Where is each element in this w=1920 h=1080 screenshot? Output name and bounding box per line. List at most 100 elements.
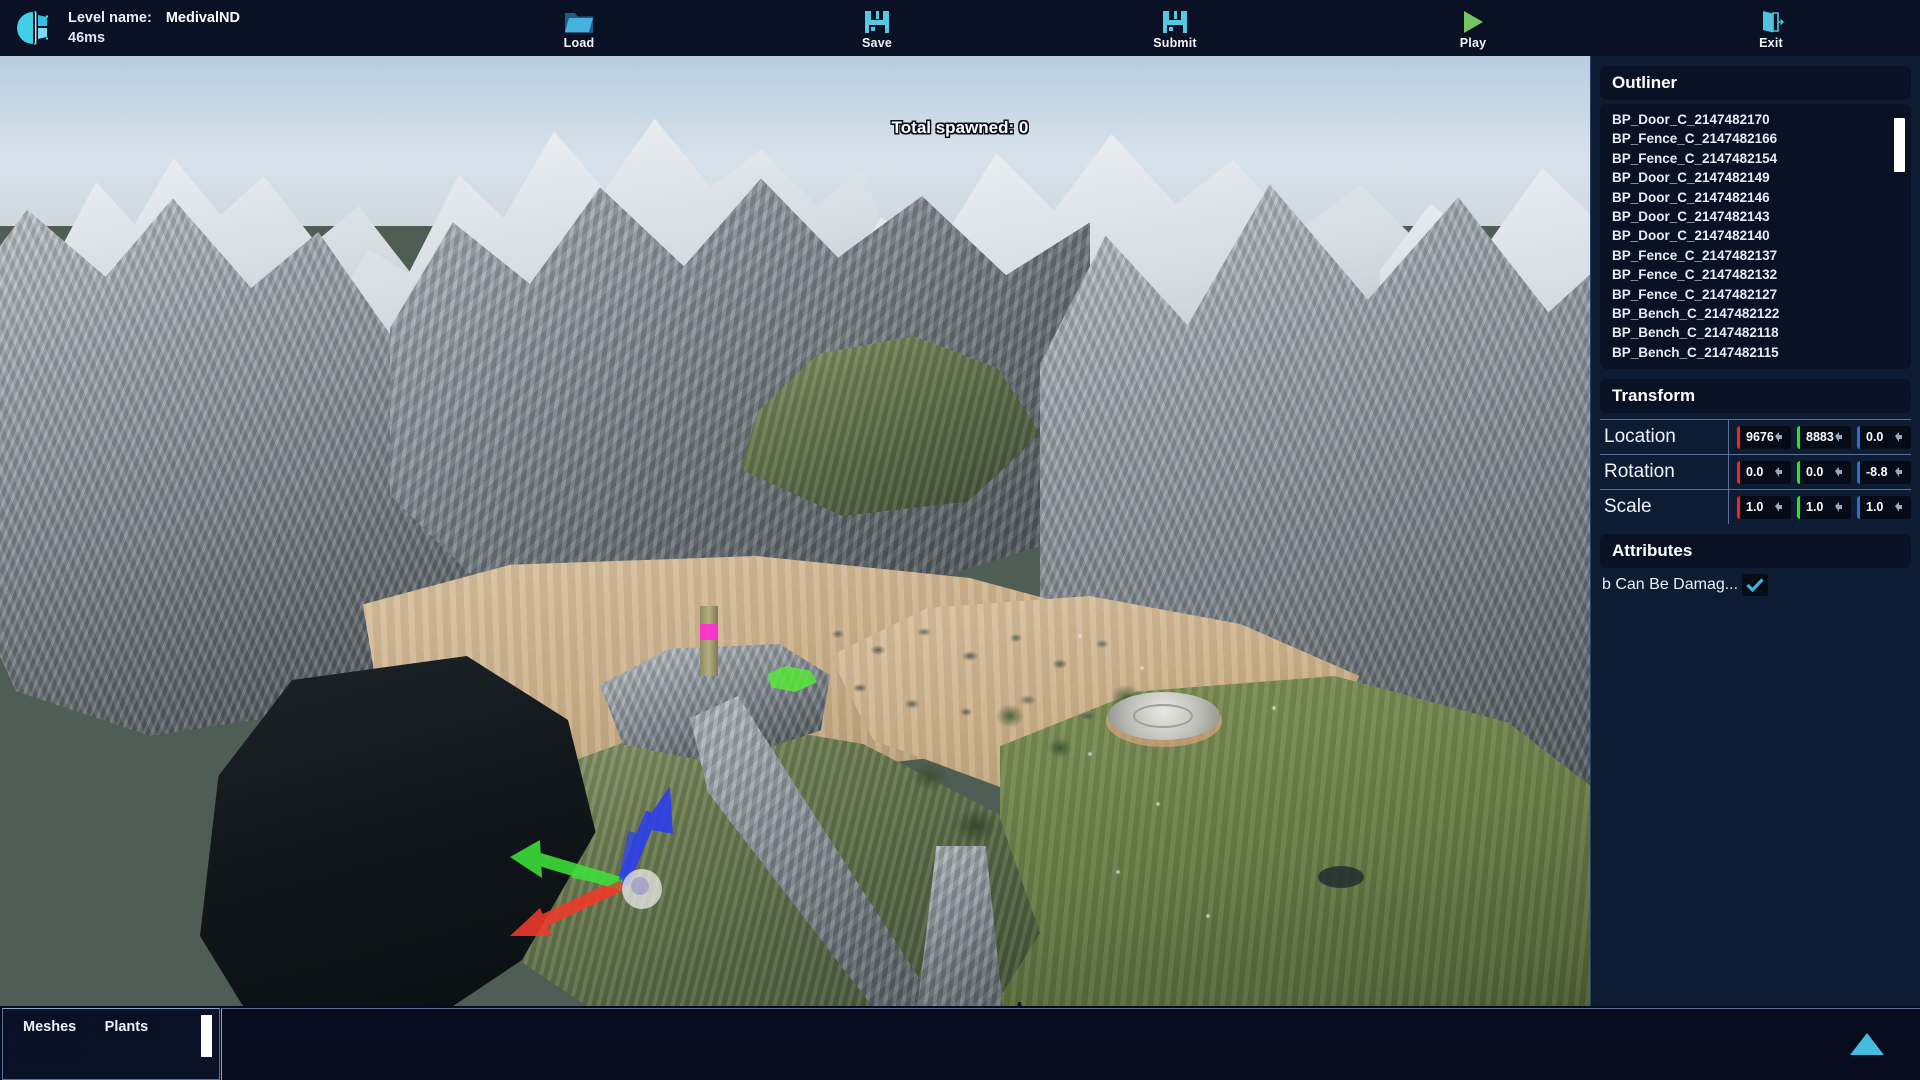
outliner-item[interactable]: BP_Fence_C_2147482127 [1612,285,1903,304]
location-fields: 9676 8883 0.0 [1728,420,1911,454]
outliner-item[interactable]: BP_Door_C_2147482140 [1612,226,1903,245]
outliner-item[interactable]: BP_Fence_C_2147482154 [1612,149,1903,168]
outliner-item[interactable]: BP_Door_C_2147482143 [1612,207,1903,226]
asset-category-list[interactable]: Meshes Plants [11,1015,191,1072]
rotation-label: Rotation [1604,461,1675,482]
level-editor-logo-icon [14,8,54,48]
asset-category-partial[interactable] [11,1044,83,1062]
outliner-list[interactable]: BP_Door_C_2147482170 BP_Fence_C_21474821… [1600,104,1911,369]
asset-category-scrollbar-thumb[interactable] [201,1015,212,1057]
brand-block: Level name: MedivalND 46ms [0,8,430,48]
outliner-header: Outliner [1600,66,1911,100]
exit-button[interactable]: Exit [1622,0,1920,56]
outliner-scrollbar-thumb[interactable] [1894,118,1905,172]
floppy-disk-icon [1161,7,1189,35]
outliner-item[interactable]: BP_Bench_C_2147482118 [1612,323,1903,342]
expand-up-arrow-icon[interactable] [1850,1033,1884,1055]
scale-x-field[interactable]: 1.0 [1737,495,1791,519]
asset-category-panel[interactable]: Meshes Plants [2,1008,220,1080]
rotation-x-value: 0.0 [1746,465,1764,479]
asset-category-scrollbar[interactable] [201,1015,212,1075]
asset-thumbnail-area[interactable] [221,1008,1920,1080]
scale-x-value: 1.0 [1746,500,1764,514]
axis-y-marker [1797,425,1800,449]
transform-gizmo[interactable] [510,756,700,936]
scale-y-drag-handle[interactable] [1834,501,1847,514]
scale-label: Scale [1604,496,1652,517]
checkmark-icon [1746,578,1764,592]
outliner-item[interactable]: BP_Fence_C_2147482137 [1612,246,1903,265]
load-button[interactable]: Load [430,0,728,56]
axis-z-marker [1857,495,1860,519]
outliner-item[interactable]: BP_Door_C_2147482170 [1612,110,1903,129]
save-button[interactable]: Save [728,0,1026,56]
marker-pillar [700,606,718,676]
rotation-z-field[interactable]: -8.8 [1857,460,1911,484]
outliner-item[interactable]: BP_Door_C_2147482146 [1612,188,1903,207]
scale-x-drag-handle[interactable] [1774,501,1787,514]
scale-y-field[interactable]: 1.0 [1797,495,1851,519]
location-y-drag-handle[interactable] [1834,431,1847,444]
outliner-item[interactable]: BP_Door_C_2147482149 [1612,168,1903,187]
attribute-label: b Can Be Damag... [1602,576,1739,593]
scale-z-field[interactable]: 1.0 [1857,495,1911,519]
location-x-field[interactable]: 9676 [1737,425,1791,449]
rotation-y-field[interactable]: 0.0 [1797,460,1851,484]
attributes-header: Attributes [1600,534,1911,568]
attribute-checkbox[interactable] [1742,574,1769,596]
outliner-item[interactable]: BP_Bench_C_2147482122 [1612,304,1903,323]
location-x-value: 9676 [1746,430,1774,444]
rotation-x-drag-handle[interactable] [1774,466,1787,479]
axis-x-marker [1737,495,1740,519]
transform-grid: Location 9676 8883 0.0 Rotation 0.0 0.0 … [1600,419,1911,524]
play-label: Play [1459,35,1487,50]
rotation-y-value: 0.0 [1806,465,1824,479]
rotation-y-drag-handle[interactable] [1834,466,1847,479]
toolbar-actions: Load Save Submit Play Exit [430,0,1920,56]
scale-y-value: 1.0 [1806,500,1824,514]
transform-row-rotation: Rotation 0.0 0.0 -8.8 [1600,454,1911,489]
location-label: Location [1604,426,1676,447]
location-z-drag-handle[interactable] [1894,431,1907,444]
axis-z-marker [1857,460,1860,484]
attribute-row: b Can Be Damag... [1600,568,1911,596]
axis-y-marker [1797,495,1800,519]
transform-header: Transform [1600,379,1911,413]
exit-door-icon [1757,7,1785,35]
axis-z-marker [1857,425,1860,449]
save-label: Save [862,35,892,50]
asset-category-meshes[interactable]: Meshes [11,1015,89,1039]
load-label: Load [563,35,595,50]
submit-button[interactable]: Submit [1026,0,1324,56]
location-y-field[interactable]: 8883 [1797,425,1851,449]
gizmo-arrows[interactable] [510,756,700,936]
location-z-value: 0.0 [1866,430,1884,444]
play-button[interactable]: Play [1324,0,1622,56]
outliner-item[interactable]: BP_Fence_C_2147482132 [1612,265,1903,284]
transform-row-scale: Scale 1.0 1.0 1.0 [1600,489,1911,524]
scale-z-drag-handle[interactable] [1894,501,1907,514]
level-name-value: MedivalND [165,9,240,26]
exit-label: Exit [1759,35,1783,50]
outliner-item[interactable]: BP_Fence_C_2147482166 [1612,129,1903,148]
rotation-z-drag-handle[interactable] [1894,466,1907,479]
axis-y-marker [1797,460,1800,484]
asset-category-plants[interactable]: Plants [92,1015,161,1039]
frame-time-readout: 46ms [68,30,106,46]
outliner-scrollbar[interactable] [1894,110,1905,363]
total-spawned-count: 0 [1018,118,1029,137]
floppy-disk-icon [863,7,891,35]
location-z-field[interactable]: 0.0 [1857,425,1911,449]
top-toolbar: Level name: MedivalND 46ms Load Save Sub… [0,0,1920,56]
level-name-label: Level name: [68,9,152,26]
rotation-x-field[interactable]: 0.0 [1737,460,1791,484]
location-x-drag-handle[interactable] [1774,431,1787,444]
level-editor-app: Total spawned: 0 Level name: MedivalND 4… [0,0,1920,1080]
outliner-item[interactable]: BP_Bench_C_2147482115 [1612,343,1903,362]
right-inspector-panel: Outliner BP_Door_C_2147482170 BP_Fence_C… [1590,56,1920,1006]
scale-z-value: 1.0 [1866,500,1884,514]
outliner-panel[interactable]: BP_Door_C_2147482170 BP_Fence_C_21474821… [1600,104,1911,369]
rotation-fields: 0.0 0.0 -8.8 [1728,455,1911,489]
axis-x-marker [1737,425,1740,449]
terrain-pond-right [1318,866,1364,888]
